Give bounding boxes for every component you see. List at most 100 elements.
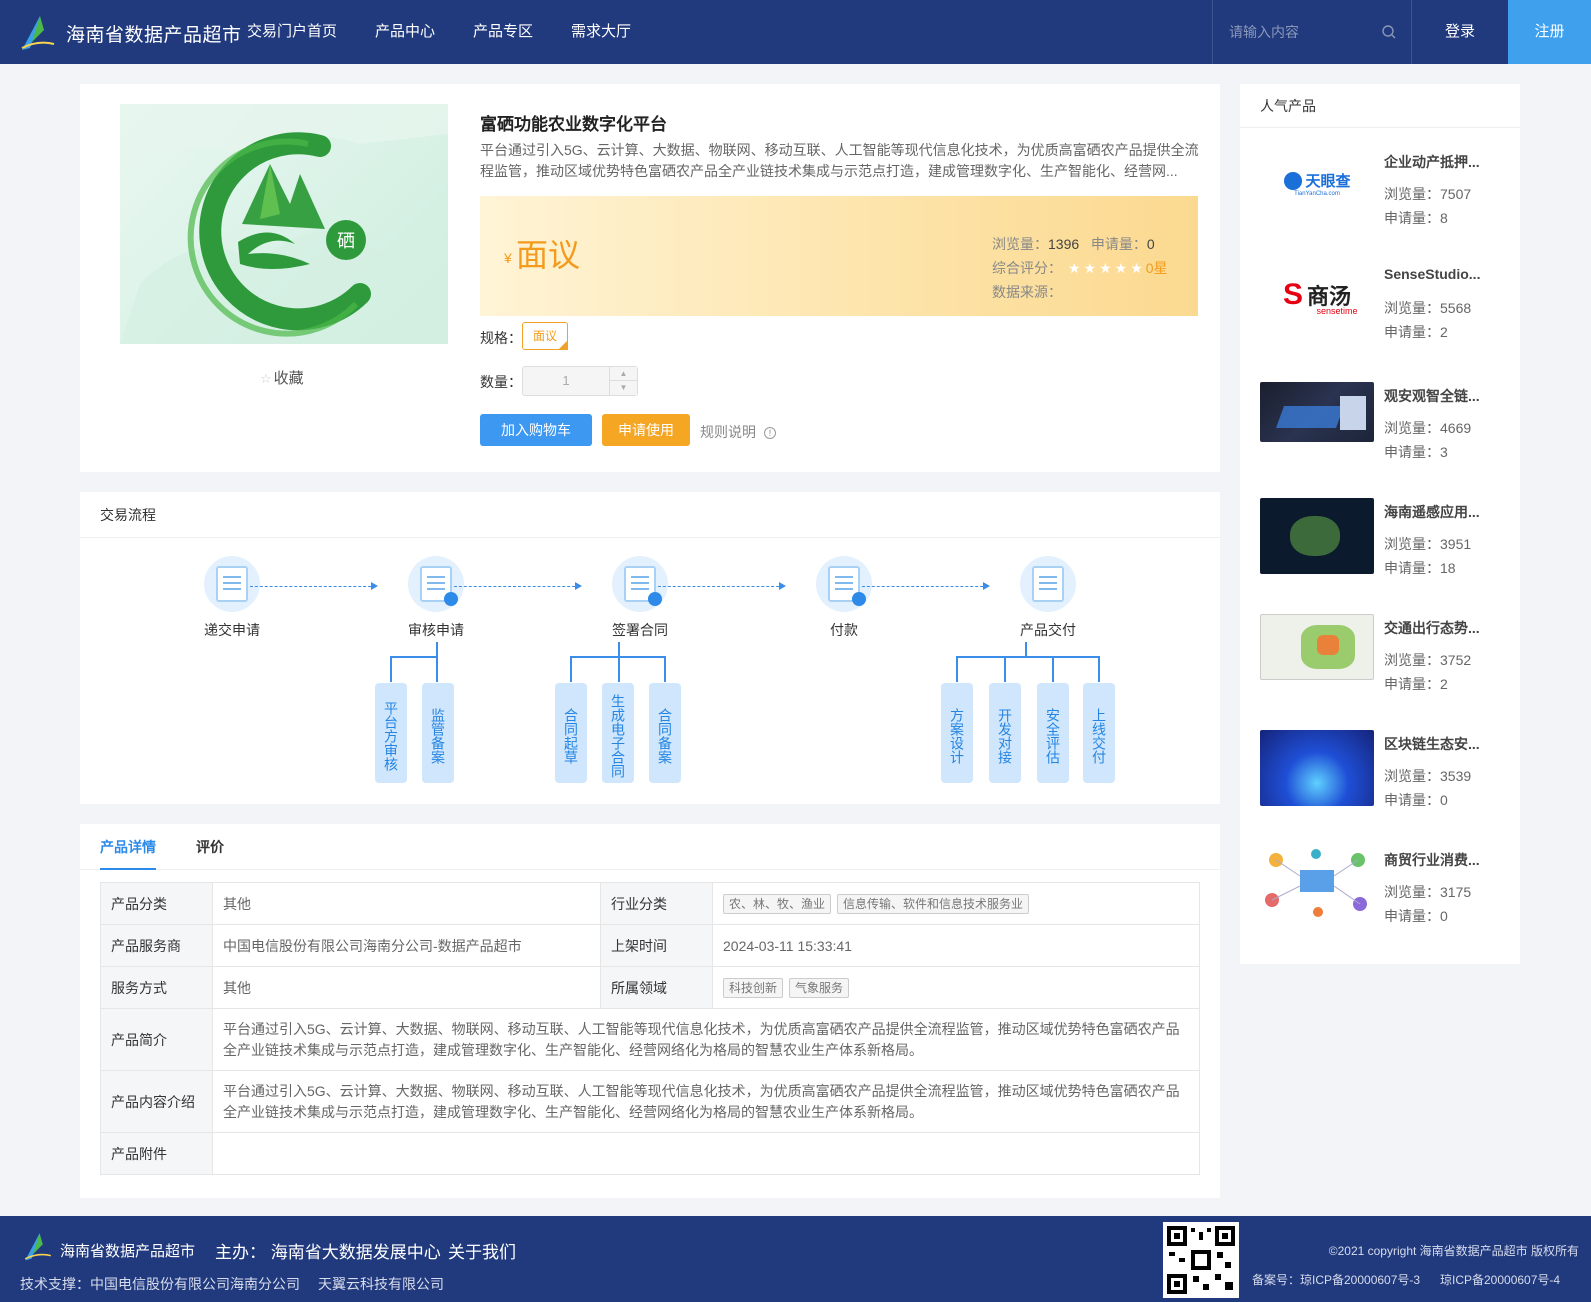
popular-item[interactable]: 区块链生态安... 浏览量：3539 申请量：0 [1260, 730, 1500, 830]
quantity-stepper: 1 ▲ ▼ [522, 366, 638, 396]
sub-step-go-live: 上线交付 [1083, 683, 1115, 783]
icp-record-2[interactable]: 琼ICP备20000607号-4 [1440, 1271, 1560, 1288]
product-description: 平台通过引入5G、云计算、大数据、物联网、移动互联、人工智能等现代信息化技术，为… [480, 142, 1199, 179]
popular-item-views: 浏览量：3539 [1384, 768, 1472, 784]
popular-item-name: 海南遥感应用... [1384, 504, 1480, 520]
favorite-label: 收藏 [273, 370, 304, 387]
login-button[interactable]: 登录 [1412, 0, 1508, 64]
flow-step-label: 付款 [830, 622, 858, 638]
popular-item-views: 浏览量：4669 [1384, 420, 1472, 436]
row-key: 产品内容介绍 [100, 1070, 213, 1133]
row-key: 产品附件 [100, 1132, 213, 1175]
rating-value: 0星 [1145, 260, 1168, 276]
product-thumbnail [1260, 382, 1374, 442]
product-title: 富硒功能农业数字化平台 [480, 115, 667, 134]
flow-step-delivery: 产品交付 [988, 556, 1108, 640]
flow-step-label: 审核申请 [408, 622, 464, 638]
tab-reviews[interactable]: 评价 [196, 824, 224, 870]
source-label: 数据来源： [992, 284, 1062, 300]
popular-item-name: 区块链生态安... [1384, 736, 1480, 752]
flow-arrow-icon [250, 582, 378, 590]
search-box [1212, 0, 1412, 64]
info-icon: ! [764, 427, 776, 440]
row-key: 服务方式 [100, 966, 213, 1009]
register-button[interactable]: 注册 [1508, 0, 1591, 64]
sub-step-regulatory-filing: 监管备案 [422, 683, 454, 783]
search-input[interactable] [1229, 21, 1369, 43]
trade-flow-card: 交易流程 递交申请 审核申请 签署合同 付款 产品交付 平台方审核 监管备案 合… [80, 492, 1220, 804]
popular-item[interactable]: 海南遥感应用... 浏览量：3951 申请量：18 [1260, 498, 1500, 598]
site-title[interactable]: 海南省数据产品超市 [66, 20, 242, 47]
views-value: 1396 [1048, 236, 1080, 252]
nav-home[interactable]: 交易门户首页 [247, 0, 337, 64]
domain-tag: 科技创新 [723, 977, 784, 998]
sub-step-contract-filing: 合同备案 [649, 683, 681, 783]
rules-link[interactable]: 规则说明! [700, 422, 776, 442]
product-logo-icon: 硒 [120, 104, 448, 344]
popular-item[interactable]: 商贸行业消费... 浏览量：3175 申请量：0 [1260, 846, 1500, 946]
flow-step-contract: 签署合同 [580, 556, 700, 640]
nav-product-center[interactable]: 产品中心 [375, 0, 435, 64]
currency-symbol: ¥ [504, 250, 512, 266]
nav-product-zone[interactable]: 产品专区 [473, 0, 533, 64]
tianyancha-logo-icon: 天眼查 TianYanCha.com [1260, 148, 1374, 224]
sub-step-platform-review: 平台方审核 [375, 683, 407, 783]
flow-step-label: 产品交付 [1020, 622, 1076, 638]
quantity-increase-icon[interactable]: ▲ [609, 367, 637, 381]
footer-support-2: 天翼云科技有限公司 [318, 1276, 444, 1292]
sub-step-electronic-contract: 生成电子合同 [602, 683, 634, 783]
flow-step-label: 签署合同 [612, 622, 668, 638]
price-value: 面议 [516, 237, 581, 273]
popular-item[interactable]: S 商汤 sensetime SenseStudio... 浏览量：5568 申… [1260, 262, 1500, 362]
payment-icon [816, 556, 872, 612]
add-to-cart-button[interactable]: 加入购物车 [480, 414, 592, 446]
popular-item[interactable]: 天眼查 TianYanCha.com 企业动产抵押... 浏览量：7507 申请… [1260, 148, 1500, 248]
quantity-input[interactable]: 1 [523, 367, 609, 395]
row-value: 其他 [212, 882, 601, 925]
popular-item-views: 浏览量：3951 [1384, 536, 1472, 552]
branch-line [1098, 656, 1100, 682]
sub-step-solution-design: 方案设计 [941, 683, 973, 783]
footer-logo-icon [24, 1233, 51, 1261]
sub-step-security-assessment: 安全评估 [1037, 683, 1069, 783]
icp-record-1[interactable]: 备案号：琼ICP备20000607号-3 [1252, 1271, 1420, 1288]
about-us-link[interactable]: 关于我们 [448, 1238, 516, 1263]
site-logo-icon[interactable] [20, 12, 56, 52]
tab-product-detail[interactable]: 产品详情 [100, 824, 156, 870]
spec-option[interactable]: 面议 [522, 322, 568, 350]
flow-step-review: 审核申请 [376, 556, 496, 640]
product-stats: 浏览量：1396 申请量：0 综合评分： ★★★★★0星 数据来源： [992, 232, 1168, 304]
branch-line [1004, 656, 1006, 682]
nav-demand-hall[interactable]: 需求大厅 [571, 0, 631, 64]
footer: 海南省数据产品超市 主办： 海南省大数据发展中心 关于我们 技术支撑：中国电信股… [0, 1216, 1591, 1302]
row-value: 平台通过引入5G、云计算、大数据、物联网、移动互联、人工智能等现代信息化技术，为… [212, 1070, 1200, 1133]
popular-item-name: 商贸行业消费... [1384, 852, 1480, 868]
row-value: 2024-03-11 15:33:41 [712, 924, 1200, 967]
quantity-decrease-icon[interactable]: ▼ [609, 381, 637, 395]
popular-item-views: 浏览量：7507 [1384, 186, 1472, 202]
search-icon[interactable] [1381, 24, 1397, 40]
qr-code-icon [1163, 1222, 1239, 1298]
star-icon: ☆ [260, 371, 272, 386]
row-key: 产品分类 [100, 882, 213, 925]
product-thumbnail [1260, 498, 1374, 574]
popular-item-views: 浏览量：3175 [1384, 884, 1472, 900]
submit-application-icon [204, 556, 260, 612]
product-thumbnail [1260, 614, 1374, 680]
popular-item-name: 企业动产抵押... [1384, 154, 1480, 170]
spec-label: 规格： [480, 330, 522, 346]
apply-use-button[interactable]: 申请使用 [602, 414, 690, 446]
flow-arrow-icon [658, 582, 786, 590]
popular-item-applies: 申请量：2 [1384, 676, 1448, 692]
favorite-button[interactable]: ☆ 收藏 [260, 367, 304, 388]
popular-products-sidebar: 人气产品 天眼查 TianYanCha.com 企业动产抵押... 浏览量：75… [1240, 84, 1520, 964]
branch-line [436, 642, 438, 656]
popular-item-views: 浏览量：5568 [1384, 300, 1472, 316]
popular-item[interactable]: 交通出行态势... 浏览量：3752 申请量：2 [1260, 614, 1500, 714]
flow-title: 交易流程 [80, 492, 1220, 538]
popular-item-name: SenseStudio... [1384, 266, 1481, 282]
popular-item[interactable]: 观安观智全链... 浏览量：4669 申请量：3 [1260, 382, 1500, 482]
row-value: 其他 [212, 966, 601, 1009]
branch-line [1052, 656, 1054, 682]
branch-line [618, 656, 620, 682]
